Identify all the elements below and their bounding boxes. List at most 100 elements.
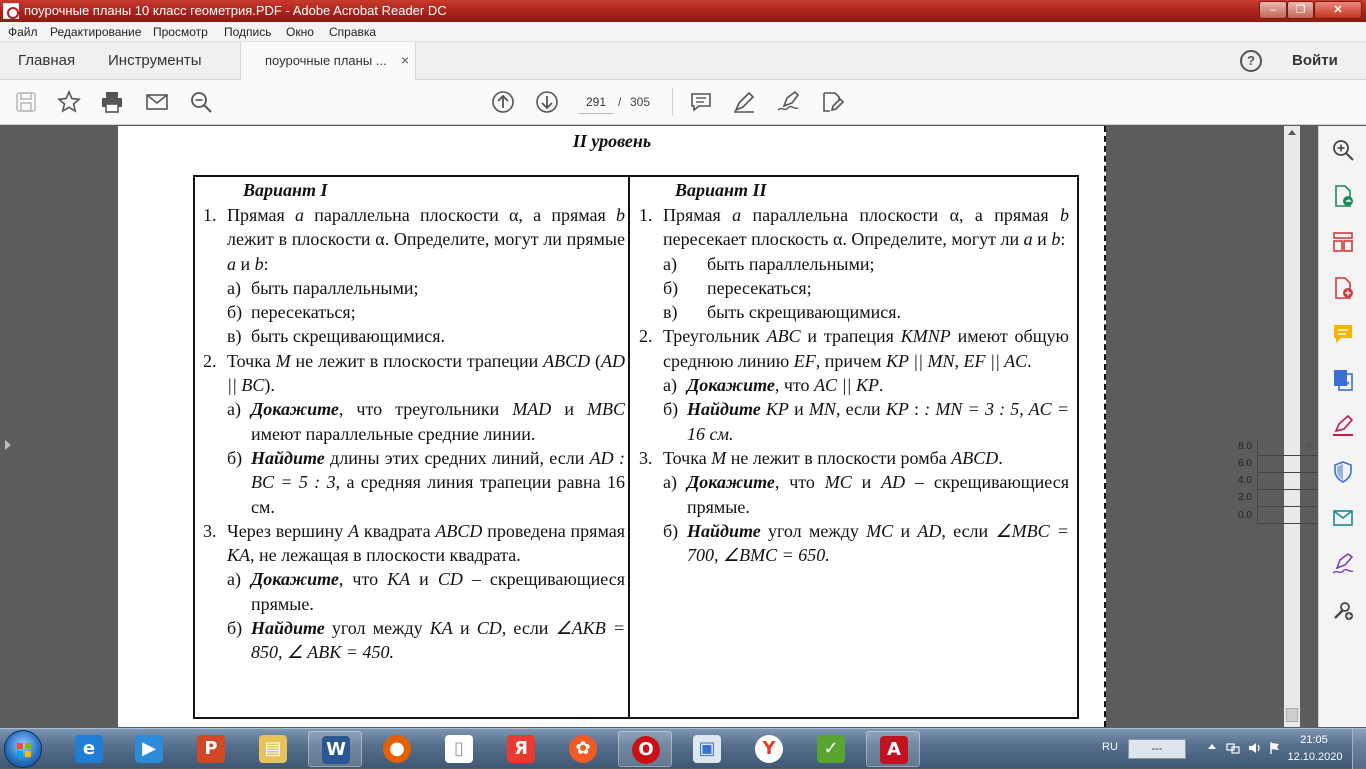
fill-sign-icon[interactable] [1331, 414, 1355, 438]
menu-help[interactable]: Справка [329, 25, 376, 39]
send-for-review-icon[interactable] [1331, 506, 1355, 530]
sub-text: имеют параллельные средние линии. [251, 423, 536, 444]
mini-chart-tick: 6.0 [1238, 458, 1252, 469]
task-symbol: MC [824, 472, 852, 493]
tray-expand-icon[interactable] [1208, 744, 1216, 749]
expand-left-pane-icon[interactable] [5, 440, 11, 450]
variant-1-task-3-sub-b: б) Найдите угол между KA и CD, если ∠AKB … [199, 616, 625, 665]
sub-text: и [551, 399, 588, 420]
taskbar-yandex-icon[interactable]: Я [494, 731, 548, 767]
mini-chart-tick: 8.0 [1238, 441, 1252, 452]
sub-letter: в) [663, 302, 678, 323]
taskbar-checklist-icon[interactable]: ✓ [804, 731, 858, 767]
taskbar-explorer-icon[interactable]: ▤ [246, 731, 300, 767]
sub-letter: б) [663, 399, 679, 420]
task-symbol: KA [429, 618, 453, 639]
highlight-pen-icon[interactable] [732, 90, 756, 114]
sub-letter: а) [663, 472, 677, 493]
close-window-button[interactable]: ✕ [1314, 1, 1362, 19]
toolbar-divider [672, 88, 673, 116]
taskbar-notepad-icon[interactable]: ▯ [432, 731, 486, 767]
taskbar-yandex-browser-icon[interactable]: Y [742, 731, 796, 767]
prev-page-icon[interactable] [491, 90, 515, 114]
menu-edit[interactable]: Редактирование [50, 25, 141, 39]
close-tab-icon[interactable]: × [401, 52, 409, 68]
tab-tools[interactable]: Инструменты [108, 52, 202, 69]
task-number: 1. [203, 205, 217, 225]
signin-button[interactable]: Войти [1292, 52, 1338, 69]
windows-taskbar: e ▶ P ▤ W ● ▯ Я ✿ O ▣ Y ✓ A RU --- 21:05… [0, 728, 1366, 769]
sign-icon[interactable] [776, 90, 800, 114]
email-icon[interactable] [145, 90, 169, 114]
taskbar-app-icon[interactable]: ✿ [556, 731, 610, 767]
variant-1-task-2-sub-b: б) Найдите длины этих средних линий, если… [199, 446, 625, 519]
collapse-right-pane-icon[interactable] [1305, 440, 1311, 450]
task-symbol: ABCD [951, 447, 999, 468]
taskbar-word-icon[interactable]: W [308, 731, 362, 767]
taskbar-media-player-icon[interactable]: ▶ [122, 731, 176, 767]
taskbar-acrobat-icon[interactable]: A [866, 731, 920, 767]
zoom-icon[interactable] [1331, 138, 1355, 162]
show-desktop-button[interactable] [1352, 729, 1366, 769]
taskbar-powerpoint-icon[interactable]: P [184, 731, 238, 767]
page-number-input[interactable] [578, 90, 614, 114]
tab-home[interactable]: Главная [18, 52, 75, 69]
network-icon[interactable] [1226, 741, 1240, 755]
vertical-scrollbar[interactable] [1284, 126, 1300, 727]
sub-text: и [788, 399, 809, 420]
task-text: , не лежащая в плоскости квадрата. [250, 545, 521, 566]
toolbar: / 305 [0, 80, 1366, 125]
bookmark-star-icon[interactable] [57, 90, 81, 114]
variant-1-task-1: 1. Прямая a параллельна плоскости α, а п… [199, 203, 625, 276]
sub-letter: б) [227, 447, 243, 468]
scroll-up-arrow-icon[interactable] [1288, 130, 1296, 135]
taskbar-app2-icon[interactable]: ▣ [680, 731, 734, 767]
variant-2-task-2: 2. Треугольник ABC и трапеция KMNP имеют… [635, 324, 1069, 373]
task-symbol: KA [387, 569, 411, 590]
menu-file[interactable]: Файл [8, 25, 38, 39]
edit-pdf-icon[interactable] [820, 90, 845, 114]
taskbar-opera-icon[interactable]: O [618, 731, 672, 767]
send-for-signature-icon[interactable] [1331, 552, 1355, 576]
comment-tool-icon[interactable] [1331, 322, 1355, 346]
language-indicator[interactable]: RU [1102, 741, 1118, 753]
more-tools-icon[interactable] [1331, 598, 1355, 622]
sub-verb: Докажите [687, 375, 775, 396]
clock-date[interactable]: 12.10.2020 [1283, 751, 1347, 763]
mini-chart-tick: 0.0 [1238, 510, 1252, 521]
scrollbar-thumb[interactable] [1286, 708, 1298, 722]
taskbar-firefox-icon[interactable]: ● [370, 731, 424, 767]
combine-files-icon[interactable] [1331, 368, 1355, 392]
flag-notification-icon[interactable] [1268, 741, 1282, 755]
right-tools-panel [1318, 126, 1366, 727]
menu-view[interactable]: Просмотр [153, 25, 208, 39]
task-symbol: M [275, 350, 291, 371]
protect-shield-icon[interactable] [1331, 460, 1355, 484]
next-page-icon[interactable] [535, 90, 559, 114]
save-icon[interactable] [14, 90, 38, 114]
print-icon[interactable] [100, 90, 124, 114]
export-pdf-icon[interactable] [1331, 184, 1355, 208]
taskbar-ie-icon[interactable]: e [62, 731, 116, 767]
create-pdf-icon[interactable] [1331, 276, 1355, 300]
volume-icon[interactable] [1248, 741, 1262, 755]
maximize-button[interactable]: ❐ [1287, 1, 1314, 19]
organize-pages-icon[interactable] [1331, 230, 1355, 254]
start-button[interactable] [4, 730, 42, 768]
task-text: Прямая [663, 205, 733, 225]
menu-sign[interactable]: Подпись [224, 25, 272, 39]
menu-window[interactable]: Окно [286, 25, 314, 39]
tray-input-box[interactable]: --- [1128, 739, 1186, 759]
task-symbol: M [711, 447, 727, 468]
clock-time[interactable]: 21:05 [1292, 734, 1336, 746]
variant-2-task-1-sub-c: в) быть скрещивающимися. [635, 300, 1069, 324]
zoom-search-icon[interactable] [189, 90, 213, 114]
table-column-divider [628, 177, 630, 717]
sub-text: , что [774, 375, 815, 396]
tab-document[interactable]: поурочные планы ... × [240, 42, 416, 80]
comment-icon[interactable] [689, 90, 713, 114]
help-icon[interactable]: ? [1240, 50, 1262, 72]
sub-text: , если [941, 520, 996, 541]
task-symbol: EF [793, 350, 816, 371]
minimize-button[interactable]: ‒ [1259, 1, 1287, 19]
